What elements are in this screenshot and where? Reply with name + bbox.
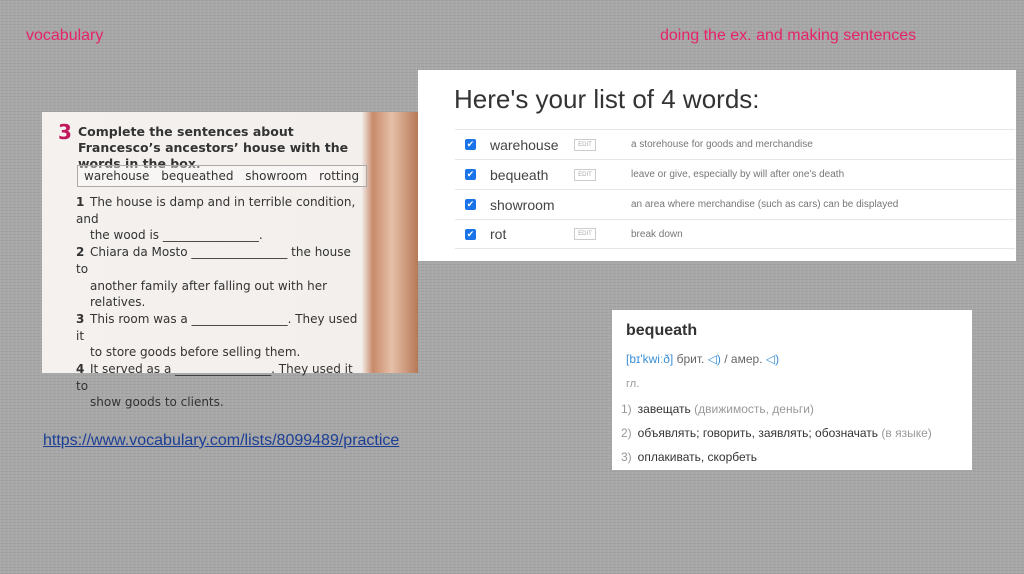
item-number: 1 [76,195,85,209]
headword: bequeath [626,322,698,339]
dictionary-card: bequeath [bɪ'kwiːð] брит. ◁) / амер. ◁) … [612,310,972,470]
exercise-item: 3 This room was a ________________. They … [76,311,366,361]
edit-button[interactable]: EDIT [574,168,596,181]
exercise-image: 3 Complete the sentences about Francesco… [42,112,418,409]
speaker-icon[interactable]: ◁) [708,352,721,366]
meaning: 2) объявлять; говорить, заявлять; обознач… [621,426,932,440]
item-text: Chiara da Mosto ________________ the hou… [76,245,351,276]
amer-label: / амер. [724,352,763,366]
definition: leave or give, especially by will after … [631,169,845,180]
item-text: show goods to clients. [90,395,224,410]
item-text: This room was a ________________. They u… [76,311,358,343]
item-text: another family after falling out with he… [90,278,328,310]
definition: a storehouse for goods and merchandise [631,139,813,150]
checkbox-checked-icon[interactable]: ✔ [465,199,476,210]
checkbox-checked-icon[interactable]: ✔ [465,228,476,240]
item-text: It served as a ________________. They us… [76,362,353,393]
meaning-text: объявлять; говорить, заявлять; обозначат… [637,426,879,440]
meaning-gloss: (в языке) [881,426,932,440]
meaning-text: завещать [637,402,691,416]
item-text: The house is damp and in terrible condit… [76,195,356,226]
checkbox-checked-icon[interactable]: ✔ [465,139,476,150]
word-row: ✔ bequeath EDIT leave or give, especially b… [455,159,1015,189]
exercise-item: 1 The house is damp and in terrible condi… [76,194,366,244]
meaning: 1) завещать (движимость, деньги) [621,402,814,416]
meaning-number: 1) [621,402,632,416]
word: warehouse [490,136,559,153]
exercise-number: 3 [58,120,72,144]
definition: break down [631,228,683,240]
item-text: to store goods before selling them. [90,345,301,360]
word-list-panel: Here's your list of 4 words: ✔ warehouse E… [418,70,1016,261]
edit-button[interactable]: EDIT [574,228,596,240]
word: rot [490,226,507,242]
item-number: 3 [76,311,85,326]
title-task: doing the ex. and making sentences [660,27,917,44]
meaning-number: 2) [621,426,632,440]
definition: an area where merchandise (such as cars)… [631,199,899,210]
meaning-number: 3) [621,450,632,464]
item-number: 4 [76,362,85,377]
item-number: 2 [76,245,85,260]
exercise-item: 4 It served as a ________________. They u… [76,361,366,411]
checkbox-checked-icon[interactable]: ✔ [465,169,476,180]
item-text: the wood is ________________. [90,228,263,243]
meaning-gloss: (движимость, деньги) [694,402,814,416]
word: bequeath [490,166,549,183]
meaning-text: оплакивать, скорбеть [637,450,758,464]
title-vocabulary: vocabulary [26,27,104,44]
transcription: [bɪ'kwiːð] брит. ◁) / амер. ◁) [626,352,779,366]
edit-button[interactable]: EDIT [574,138,596,151]
word-list-title: Here's your list of 4 words: [454,84,760,114]
meaning: 3) оплакивать, скорбеть [621,450,757,464]
part-of-speech: гл. [626,378,640,390]
word-row: ✔ showroom an area where merchandise (such… [455,189,1015,219]
exercise-item: 2 Chiara da Mosto ________________ the ho… [76,244,366,311]
brit-label: брит. [676,352,705,366]
word: showroom [490,196,555,213]
practice-link[interactable]: https://www.vocabulary.com/lists/8099489… [43,432,399,450]
ipa: [bɪ'kwiːð] [626,352,674,366]
word-box: warehouse bequeathed showroom rotting [77,165,367,187]
word-row: ✔ warehouse EDIT a storehouse for goods and… [455,129,1015,159]
speaker-icon[interactable]: ◁) [766,352,779,366]
word-row: ✔ rot EDIT break down [455,219,1015,249]
